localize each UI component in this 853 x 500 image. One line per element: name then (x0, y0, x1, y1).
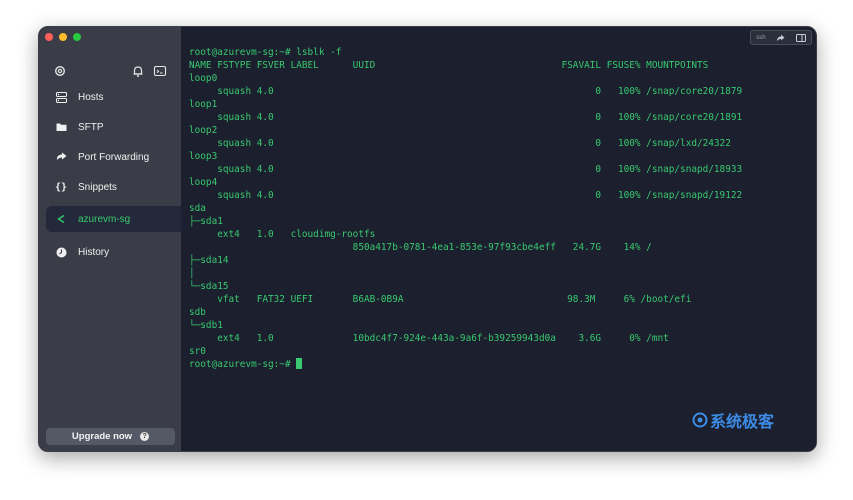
sidebar-item-label: SFTP (78, 121, 104, 133)
hosts-icon (55, 91, 67, 103)
terminal-line: │ (189, 268, 195, 279)
terminal-line: squash 4.0 0 100% /snap/snapd/19122 (189, 190, 743, 201)
terminal-line: └─sda15 (189, 281, 229, 292)
sidebar-item-azurevm-sg[interactable]: azurevm-sg (46, 206, 181, 232)
share-arrow-icon[interactable] (776, 34, 785, 42)
terminal-toolbar: ssh (750, 30, 812, 45)
terminal-line: squash 4.0 0 100% /snap/snapd/18933 (189, 164, 743, 175)
terminal-line: └─sdb1 (189, 320, 223, 331)
window-controls (45, 33, 81, 41)
terminal-line: loop2 (189, 125, 218, 136)
terminal-line: squash 4.0 0 100% /snap/core20/1879 (189, 86, 743, 97)
bell-icon[interactable] (131, 64, 145, 78)
terminal-line: ext4 1.0 cloudimg-rootfs (189, 229, 376, 240)
terminal-line: ├─sda1 (189, 216, 223, 227)
sidebar-item-label: Snippets (78, 181, 117, 193)
watermark-text: 系统极客 (709, 412, 774, 431)
sidebar-item-sftp[interactable]: SFTP (46, 114, 181, 140)
terminal-cursor (296, 358, 303, 369)
sidebar-item-hosts[interactable]: Hosts (46, 84, 181, 110)
terminal-line: sdb (189, 307, 206, 318)
terminal-line: squash 4.0 0 100% /snap/lxd/24322 (189, 138, 731, 149)
terminal-chevron-icon (55, 213, 67, 225)
upgrade-label: Upgrade now (71, 431, 133, 442)
terminal-line: loop0 (189, 73, 218, 84)
sidebar-item-label: Hosts (78, 91, 104, 103)
sidebar-item-history[interactable]: History (46, 239, 181, 265)
terminal-line: squash 4.0 0 100% /snap/core20/1891 (189, 112, 743, 123)
app-window: Hosts SFTP Port Forwarding {} Snippets a… (38, 26, 817, 452)
terminal-prompt-line: root@azurevm-sg:~# (189, 358, 742, 371)
terminal-window-icon[interactable] (153, 64, 167, 78)
terminal-line: ext4 1.0 10bdc4f7-924e-443a-9a6f-b392599… (189, 333, 669, 344)
terminal-line: loop1 (189, 99, 218, 110)
maximize-window-button[interactable] (73, 33, 81, 41)
terminal-pane[interactable]: ssh root@azurevm-sg:~# lsblk -f NAME FSTY… (181, 27, 816, 451)
sidebar: Hosts SFTP Port Forwarding {} Snippets a… (39, 27, 181, 451)
sidebar-item-snippets[interactable]: {} Snippets (46, 174, 181, 200)
sidebar-item-label: Port Forwarding (78, 151, 150, 163)
terminal-line: 850a417b-0781-4ea1-853e-97f93cbe4eff 24.… (189, 242, 652, 253)
split-panel-icon[interactable] (795, 33, 806, 42)
terminal-line: ├─sda14 (189, 255, 229, 266)
terminal-line: loop3 (189, 151, 218, 162)
terminal-line: sr0 (189, 346, 206, 357)
close-window-button[interactable] (45, 33, 53, 41)
terminal-line: loop4 (189, 177, 218, 188)
terminal-toolbar-text: ssh (756, 34, 766, 41)
arrow-forward-icon (55, 151, 67, 163)
braces-icon: {} (54, 181, 68, 193)
terminal-line: vfat FAT32 UEFI B6AB-0B9A 98.3M 6% /boot… (189, 294, 692, 305)
upgrade-button[interactable]: Upgrade now ? (46, 428, 175, 445)
gear-icon[interactable] (53, 64, 67, 78)
minimize-window-button[interactable] (59, 33, 67, 41)
sidebar-item-port-forwarding[interactable]: Port Forwarding (46, 144, 181, 170)
folder-icon (55, 121, 67, 133)
terminal-line: sda (189, 203, 206, 214)
sidebar-item-label: History (78, 246, 110, 258)
clock-icon (55, 246, 67, 258)
sidebar-top-icons (53, 64, 167, 80)
terminal-line: root@azurevm-sg:~# lsblk -f (189, 47, 342, 58)
terminal-line: NAME FSTYPE FSVER LABEL UUID FSAVAIL FSU… (189, 60, 709, 71)
watermark-logo: 系统极客 (692, 408, 774, 432)
logo-icon (692, 412, 708, 428)
help-icon[interactable]: ? (140, 432, 150, 441)
sidebar-item-label: azurevm-sg (78, 213, 131, 225)
terminal-output: root@azurevm-sg:~# lsblk -f NAME FSTYPE F… (189, 46, 742, 371)
